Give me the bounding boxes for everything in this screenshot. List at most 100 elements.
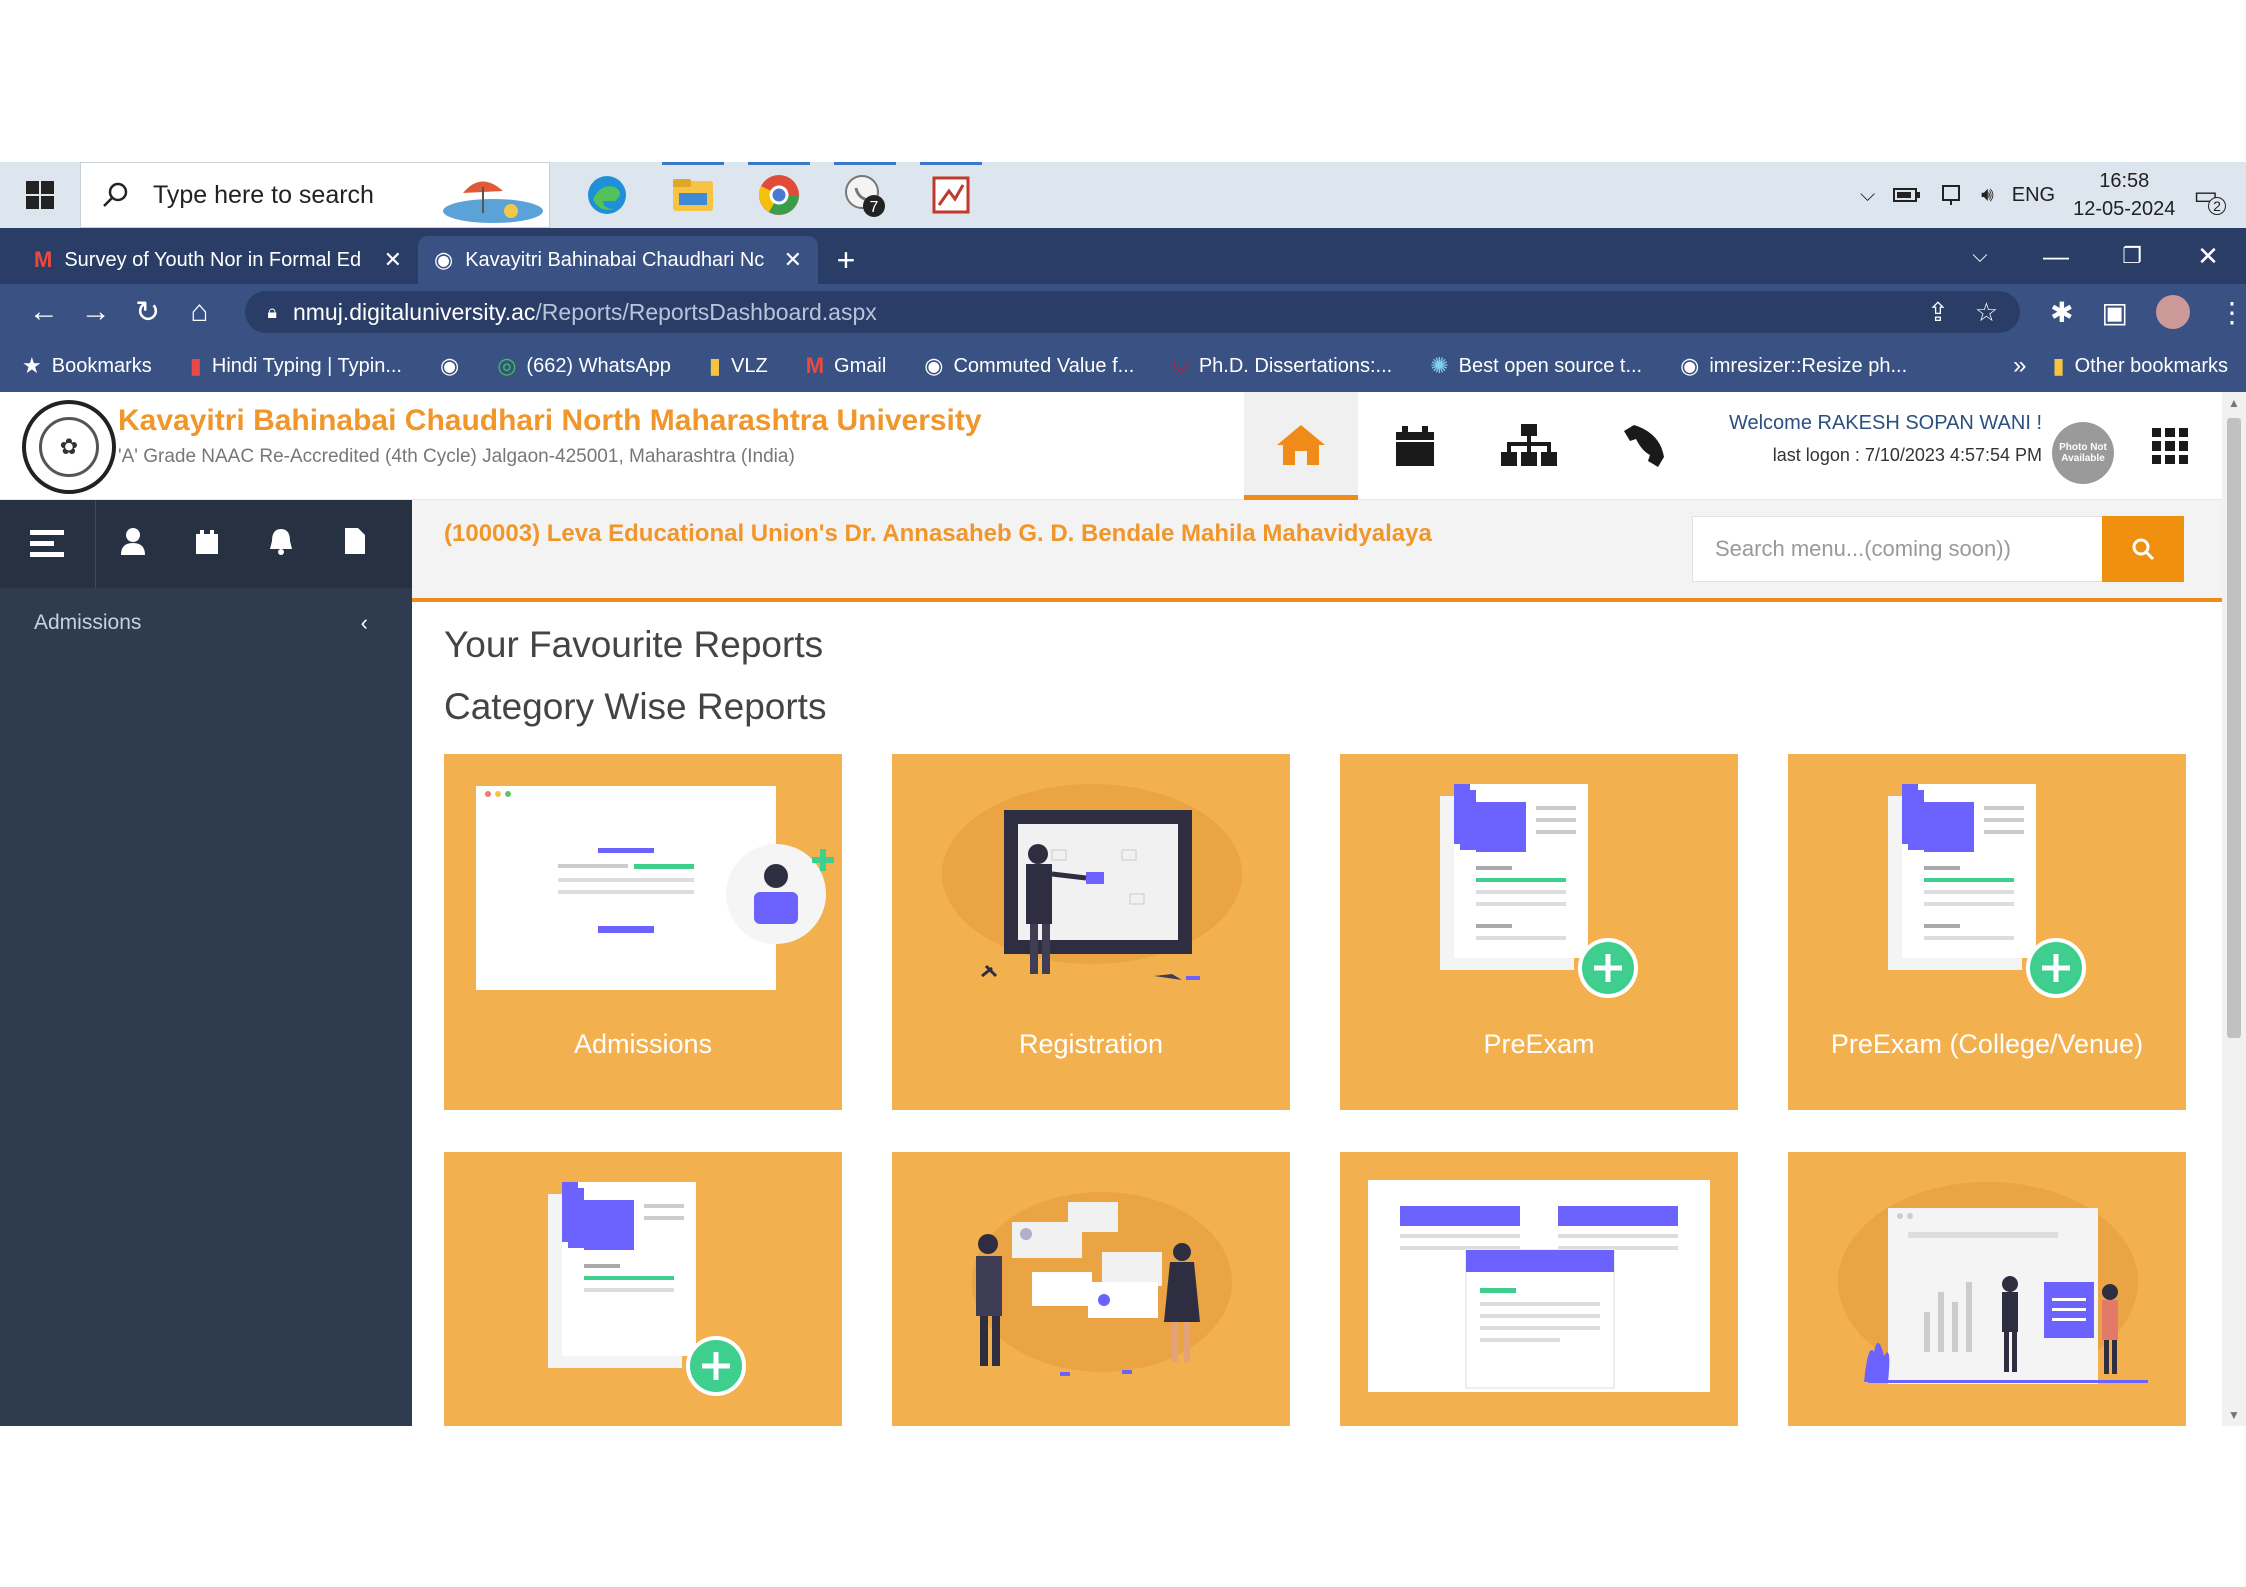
whatsapp-icon: ◎: [497, 353, 517, 378]
bookmark-vlz[interactable]: ▮ VLZ: [709, 353, 768, 379]
nav-contact[interactable]: [1586, 392, 1700, 500]
taskbar-pdf-app[interactable]: [908, 162, 994, 228]
calendar-icon: [1396, 426, 1434, 466]
tab-search-chevron-icon[interactable]: ⌵: [1942, 245, 2018, 268]
document-icon[interactable]: [318, 525, 392, 564]
home-icon[interactable]: ⌂: [174, 295, 226, 329]
report-card-preexam-college-venue[interactable]: PreExam (College/Venue): [1788, 754, 2186, 1110]
close-icon[interactable]: ✕: [384, 247, 402, 273]
language-indicator[interactable]: ENG: [2012, 184, 2055, 207]
welcome-text: Welcome RAKESH SOPAN WANI !: [1728, 412, 2042, 434]
bookmark-gmail[interactable]: M Gmail: [806, 353, 887, 379]
bookmark-label: imresizer::Resize ph...: [1709, 354, 1908, 377]
notification-count: 2: [2208, 196, 2226, 215]
share-icon[interactable]: ⇪: [1927, 297, 1949, 328]
favourite-reports-title: Your Favourite Reports: [444, 624, 824, 665]
scroll-down-icon[interactable]: ▼: [2222, 1408, 2246, 1422]
report-card-admissions[interactable]: Admissions: [444, 754, 842, 1110]
gmail-icon: M: [805, 353, 825, 378]
bookmark-label: Bookmarks: [51, 354, 152, 377]
taskbar-file-explorer-app[interactable]: [650, 162, 736, 228]
avatar[interactable]: Photo Not Available: [2052, 422, 2114, 484]
taskbar-search-placeholder: Type here to search: [153, 180, 374, 209]
chevron-up-icon[interactable]: ⌵: [1860, 184, 1875, 207]
minimize-icon[interactable]: —: [2018, 241, 2094, 272]
taskbar-chrome-app[interactable]: [736, 162, 822, 228]
extensions-puzzle-icon[interactable]: ✱: [2050, 296, 2073, 329]
report-card-8[interactable]: [1788, 1152, 2186, 1426]
bookmark-whatsapp[interactable]: ◎ (662) WhatsApp: [497, 353, 671, 379]
shield-icon: ⛉: [1172, 353, 1189, 378]
restore-icon[interactable]: ❐: [2094, 243, 2170, 269]
taskbar-whatsapp-app[interactable]: 7: [822, 162, 908, 228]
report-card-7[interactable]: [1340, 1152, 1738, 1426]
user-icon[interactable]: [96, 525, 170, 564]
more-menu-icon[interactable]: ⋮: [2218, 296, 2246, 329]
bookmark-bookmarks[interactable]: ★ Bookmarks: [22, 353, 152, 379]
forward-icon[interactable]: →: [70, 295, 122, 329]
url-path: /Reports/ReportsDashboard.aspx: [535, 298, 877, 325]
whatsapp-icon: 7: [845, 175, 885, 217]
bookmark-imresizer[interactable]: ◉ imresizer::Resize ph...: [1680, 353, 1907, 379]
network-icon[interactable]: [1939, 183, 1963, 207]
volume-icon[interactable]: 🔊︎: [1981, 184, 1994, 207]
tab-survey[interactable]: M Survey of Youth Nor in Formal Ed ✕: [18, 236, 418, 284]
apps-grid-icon[interactable]: [2152, 428, 2188, 464]
tab-title: Survey of Youth Nor in Formal Ed: [64, 248, 362, 271]
bookmark-hindi-typing[interactable]: ▮ Hindi Typing | Typin...: [190, 353, 402, 379]
taskbar-search-box[interactable]: Type here to search: [80, 162, 550, 228]
page-scrollbar[interactable]: ▲ ▼: [2222, 392, 2246, 1426]
side-panel-icon[interactable]: ▣: [2102, 296, 2128, 329]
whatsapp-badge: 7: [870, 199, 879, 216]
close-window-icon[interactable]: ✕: [2170, 241, 2246, 272]
back-icon[interactable]: ←: [18, 295, 70, 329]
bookmark-best-open-source[interactable]: ✺ Best open source t...: [1430, 353, 1642, 379]
nav-organization[interactable]: [1472, 392, 1586, 500]
scroll-up-icon[interactable]: ▲: [2222, 396, 2246, 410]
browser-tab-strip: M Survey of Youth Nor in Formal Ed ✕ ◉ K…: [0, 228, 2246, 284]
new-tab-button[interactable]: +: [818, 236, 874, 284]
bookmark-star-icon[interactable]: ☆: [1975, 297, 1998, 328]
report-card-5[interactable]: [444, 1152, 842, 1426]
chrome-profile-icon: [759, 175, 799, 215]
windows-start-button[interactable]: [0, 162, 80, 228]
search-input[interactable]: Search menu...(coming soon)): [1692, 516, 2106, 582]
more-bookmarks-button[interactable]: »: [2013, 352, 2026, 380]
close-icon[interactable]: ✕: [784, 247, 802, 273]
user-welcome: Welcome RAKESH SOPAN WANI ! last logon :…: [1729, 412, 2042, 466]
card-label: Registration: [1018, 1029, 1164, 1059]
bookmark-label: Commuted Value f...: [953, 354, 1135, 377]
bookmark-phd-dissertations[interactable]: ⛉ Ph.D. Dissertations:...: [1172, 353, 1392, 379]
taskbar-edge-app[interactable]: [564, 162, 650, 228]
menu-toggle-icon[interactable]: [0, 500, 96, 588]
browser-toolbar: ← → ↻ ⌂ 🔒︎ nmuj.digitaluniversity.ac/Rep…: [0, 284, 2246, 340]
reload-icon[interactable]: ↻: [122, 295, 174, 330]
sidebar-item-admissions[interactable]: Admissions ‹: [0, 588, 412, 658]
people-presentation-illustration-icon: [972, 1192, 1232, 1376]
bell-icon[interactable]: [244, 525, 318, 564]
bookmark-commuted-value[interactable]: ◉ Commuted Value f...: [924, 353, 1134, 379]
sitemap-icon: [1501, 424, 1557, 466]
bookmark-label: Gmail: [834, 354, 887, 377]
report-card-6[interactable]: [892, 1152, 1290, 1426]
bookmark-globe[interactable]: ◉: [440, 353, 459, 379]
calendar-icon[interactable]: [170, 525, 244, 564]
university-logo[interactable]: ✿: [22, 400, 116, 494]
bookmarks-bar: ★ Bookmarks ▮ Hindi Typing | Typin... ◉ ◎ (…: [0, 340, 2246, 392]
scrollbar-thumb[interactable]: [2227, 418, 2241, 1038]
profile-avatar-icon[interactable]: [2156, 295, 2190, 329]
forms-illustration-icon: [1368, 1180, 1710, 1392]
url-host: nmuj.digitaluniversity.ac: [292, 298, 536, 325]
globe-icon: ◉: [434, 247, 454, 272]
report-card-preexam[interactable]: PreExam: [1340, 754, 1738, 1110]
nav-home[interactable]: [1244, 392, 1358, 500]
other-bookmarks[interactable]: ▮ Other bookmarks: [2053, 353, 2229, 379]
tab-university[interactable]: ◉ Kavayitri Bahinabai Chaudhari Nc ✕: [418, 236, 818, 284]
clock[interactable]: 16:58 12-05-2024: [2073, 167, 2175, 223]
nav-calendar[interactable]: [1358, 392, 1472, 500]
report-card-registration[interactable]: Registration: [892, 754, 1290, 1110]
search-button[interactable]: [2102, 516, 2184, 582]
address-bar[interactable]: 🔒︎ nmuj.digitaluniversity.ac/Reports/Rep…: [245, 291, 2021, 333]
notification-icon[interactable]: ▭ 2: [2193, 180, 2226, 215]
battery-icon[interactable]: [1893, 186, 1921, 204]
